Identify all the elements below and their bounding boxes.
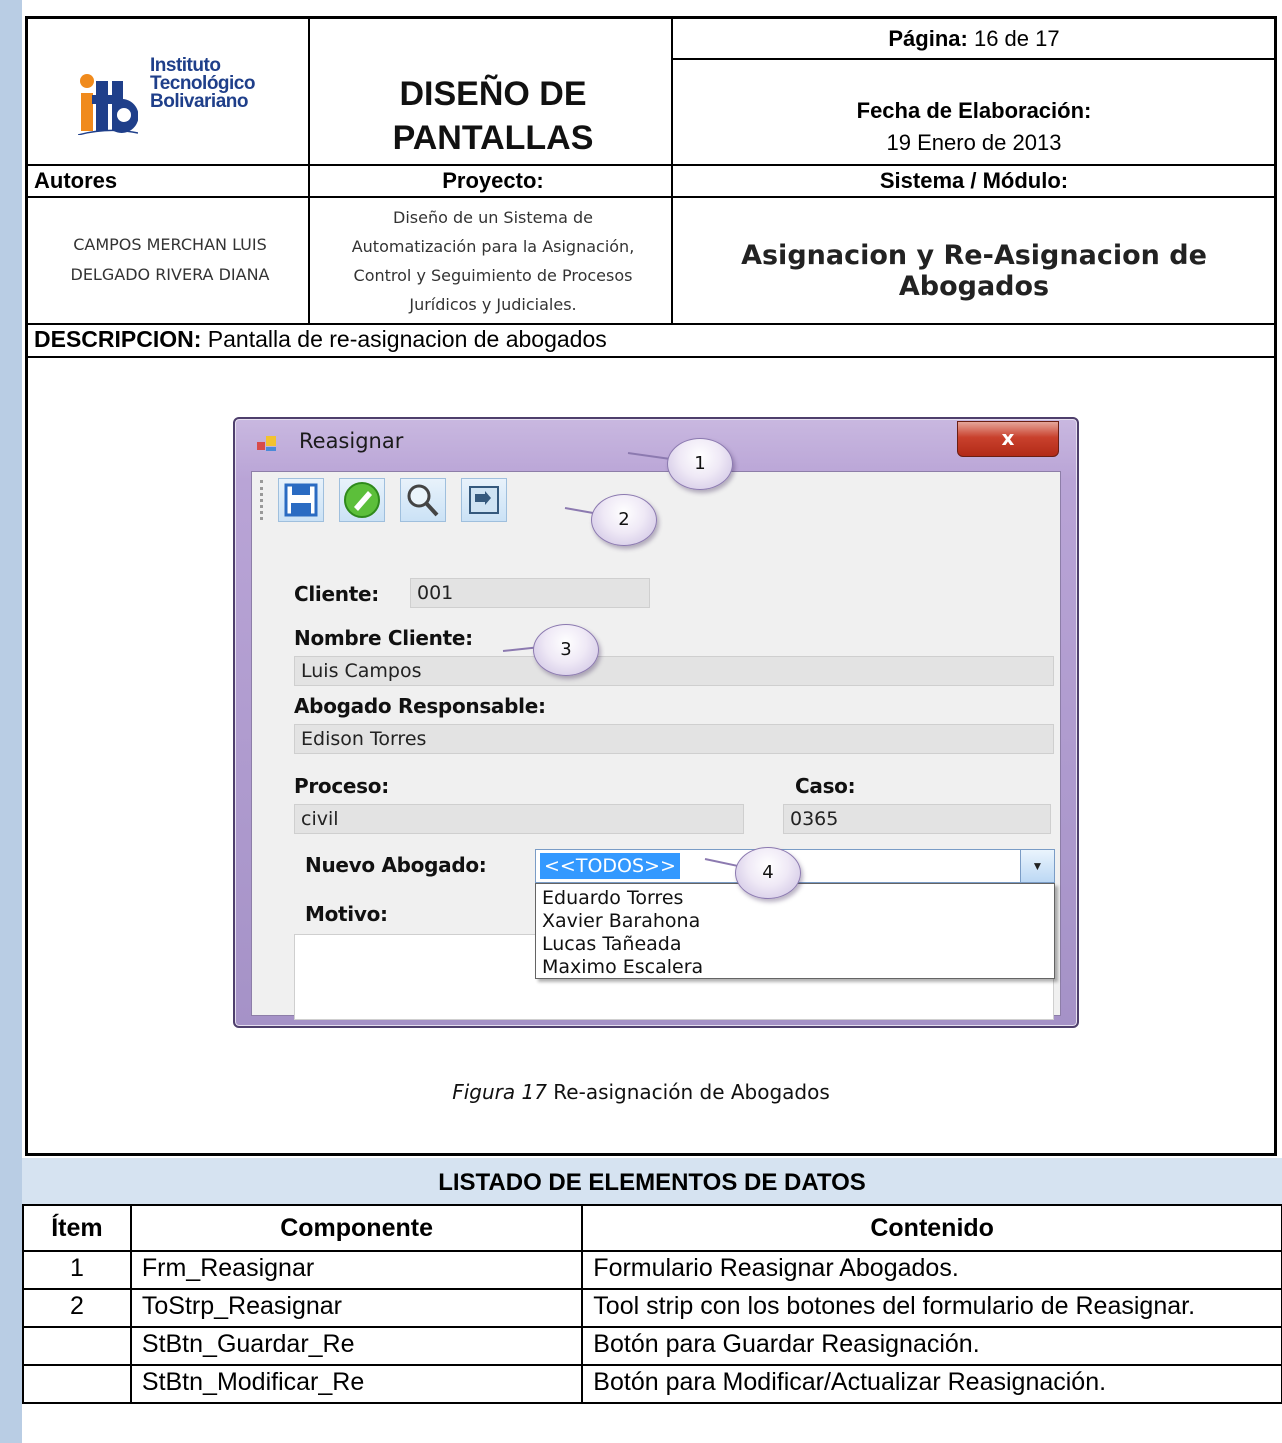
callout-4: 4 — [735, 847, 801, 899]
project-line: Automatización para la Asignación, — [351, 237, 635, 256]
table-row: 1 Frm_Reasignar Formulario Reasignar Abo… — [22, 1250, 1282, 1290]
reasignar-window[interactable]: Reasignar x Cliente: 001 Nombre Cliente:… — [233, 417, 1079, 1028]
nuevo-abogado-label: Nuevo Abogado: — [305, 853, 487, 877]
close-button[interactable]: x — [957, 421, 1059, 457]
content-cell: Formulario Reasignar Abogados. — [581, 1250, 1282, 1290]
column-header: Componente — [129, 1204, 584, 1252]
cliente-field[interactable]: 001 — [410, 578, 650, 608]
callout-3: 3 — [533, 624, 599, 676]
project-label: Proyecto: — [442, 168, 544, 193]
exit-icon — [469, 486, 499, 514]
item-cell — [22, 1326, 132, 1366]
grid-line — [28, 323, 1275, 325]
motivo-label: Motivo: — [305, 902, 388, 926]
content-cell: Botón para Guardar Reasignación. — [581, 1326, 1282, 1366]
abogado-responsable-field[interactable]: Edison Torres — [294, 724, 1054, 754]
nombre-cliente-field[interactable]: Luis Campos — [294, 656, 1054, 686]
page-label: Página: — [888, 26, 968, 51]
project-line: Diseño de un Sistema de — [393, 208, 593, 227]
description-value: Pantalla de re-asignacion de abogados — [207, 326, 607, 352]
module-name: Asignacion y Re-Asignacion de Abogados — [741, 240, 1207, 302]
authors-list: CAMPOS MERCHAN LUIS DELGADO RIVERA DIANA — [30, 230, 310, 290]
date-value: 19 Enero de 2013 — [886, 130, 1062, 155]
edit-icon — [344, 482, 380, 518]
window-title: Reasignar — [299, 429, 404, 453]
callout-1: 1 — [667, 438, 733, 490]
project-line: Control y Seguimiento de Procesos — [353, 266, 633, 285]
toolstrip-grip[interactable] — [260, 480, 267, 520]
save-icon — [284, 483, 318, 517]
dropdown-option[interactable]: Eduardo Torres — [542, 887, 683, 909]
dropdown-option[interactable]: Maximo Escalera — [542, 956, 703, 978]
search-icon — [407, 484, 439, 517]
nombre-cliente-label: Nombre Cliente: — [294, 626, 473, 650]
chevron-down-icon: ▼ — [1031, 859, 1044, 873]
abogado-responsable-label: Abogado Responsable: — [294, 694, 546, 718]
close-icon: x — [1001, 426, 1015, 450]
table-header-row: Ítem Componente Contenido — [22, 1204, 1282, 1252]
content-cell: Botón para Modificar/Actualizar Reasigna… — [581, 1364, 1282, 1404]
institution-logo: Instituto Tecnológico Bolivariano — [78, 55, 278, 155]
side-rule — [0, 0, 22, 1443]
component-cell: StBtn_Modificar_Re — [129, 1364, 584, 1404]
figure-number: Figura 17 — [452, 1080, 547, 1104]
document-page: Instituto Tecnológico Bolivariano DISEÑO… — [0, 0, 1282, 1443]
component-cell: StBtn_Guardar_Re — [129, 1326, 584, 1366]
item-cell: 2 — [22, 1288, 132, 1328]
data-elements-table: Ítem Componente Contenido 1 Frm_Reasigna… — [22, 1204, 1282, 1404]
module-label: Sistema / Módulo: — [879, 168, 1069, 193]
item-cell: 1 — [22, 1250, 132, 1290]
project-name: Diseño de un Sistema de Automatización p… — [313, 203, 673, 319]
page-number: Página: 16 de 17 — [675, 26, 1273, 52]
selected-option: <<TODOS>> — [540, 853, 680, 879]
dropdown-option[interactable]: Xavier Barahona — [542, 910, 700, 932]
logo-text: Instituto Tecnológico Bolivariano — [150, 56, 255, 112]
table-title: LISTADO DE ELEMENTOS DE DATOS — [22, 1158, 1282, 1204]
caso-label: Caso: — [795, 774, 856, 798]
itb-logo-icon — [78, 74, 138, 135]
caso-field[interactable]: 0365 — [783, 804, 1051, 834]
title-line: DISEÑO DE — [399, 75, 587, 113]
cliente-label: Cliente: — [294, 582, 379, 606]
grid-line — [28, 196, 1275, 198]
item-cell — [22, 1364, 132, 1404]
column-header: Contenido — [581, 1204, 1282, 1252]
figure-caption: Figura 17 Re-asignación de Abogados — [0, 1080, 1282, 1104]
table-row: StBtn_Modificar_Re Botón para Modificar/… — [22, 1364, 1282, 1404]
author-name: CAMPOS MERCHAN LUIS — [73, 235, 267, 254]
dropdown-button[interactable]: ▼ — [1020, 850, 1054, 882]
exit-button[interactable] — [461, 478, 507, 522]
app-icon — [257, 436, 276, 451]
figure-text: Re-asignación de Abogados — [553, 1080, 830, 1104]
column-header: Ítem — [22, 1204, 132, 1252]
dropdown-option[interactable]: Lucas Tañeada — [542, 933, 682, 955]
document-title: DISEÑO DE PANTALLAS — [313, 72, 673, 160]
grid-line — [673, 58, 1275, 60]
authors-label: Autores — [34, 168, 118, 193]
title-line: PANTALLAS — [392, 119, 594, 157]
grid-line — [28, 356, 1275, 358]
logo-line: Bolivariano — [150, 91, 248, 112]
table-row: 2 ToStrp_Reasignar Tool strip con los bo… — [22, 1288, 1282, 1328]
table-row: StBtn_Guardar_Re Botón para Guardar Reas… — [22, 1326, 1282, 1366]
grid-line — [28, 164, 1275, 166]
project-line: Jurídicos y Judiciales. — [409, 295, 577, 314]
component-cell: ToStrp_Reasignar — [129, 1288, 584, 1328]
edit-button[interactable] — [339, 478, 385, 522]
page-value: 16 de 17 — [973, 26, 1060, 51]
abogado-dropdown-list: Eduardo Torres Xavier Barahona Lucas Tañ… — [535, 883, 1055, 979]
description-label: DESCRIPCION: — [34, 326, 202, 352]
date-label: Fecha de Elaboración: — [856, 98, 1092, 123]
description: DESCRIPCION: Pantalla de re-asignacion d… — [34, 326, 607, 353]
author-name: DELGADO RIVERA DIANA — [70, 265, 270, 284]
callout-2: 2 — [591, 494, 657, 546]
proceso-label: Proceso: — [294, 774, 389, 798]
proceso-field[interactable]: civil — [294, 804, 744, 834]
component-cell: Frm_Reasignar — [129, 1250, 584, 1290]
window-client: Cliente: 001 Nombre Cliente: Luis Campos… — [251, 471, 1061, 1020]
save-button[interactable] — [278, 478, 324, 522]
content-cell: Tool strip con los botones del formulari… — [581, 1288, 1282, 1328]
search-button[interactable] — [400, 478, 446, 522]
